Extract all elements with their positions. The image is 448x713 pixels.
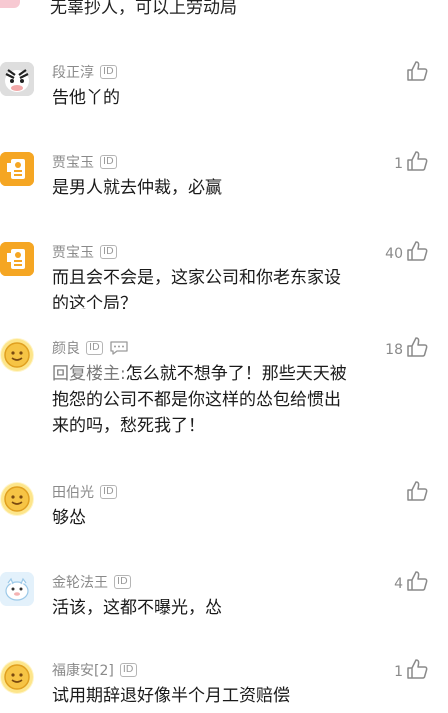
username[interactable]: 贾宝玉 bbox=[52, 152, 94, 172]
comment-text: 回复楼主:怎么就不想争了！那些天天被 抱怨的公司不都是你这样的怂包给惯出 来的吗… bbox=[52, 361, 347, 439]
reply-prefix[interactable]: 回复楼主: bbox=[52, 364, 126, 384]
comment-text: 而且会不会是，这家公司和你老东家设 的这个局？ bbox=[52, 265, 341, 309]
like-button[interactable]: 1 bbox=[394, 150, 428, 172]
comment-meta: 贾宝玉 ID bbox=[52, 242, 117, 262]
coin-avatar-icon bbox=[1, 339, 33, 371]
avatar[interactable] bbox=[0, 62, 34, 96]
username[interactable]: 段正淳 bbox=[52, 62, 94, 82]
thumbs-up-icon bbox=[407, 571, 428, 591]
user-badge-avatar-icon bbox=[0, 152, 34, 186]
like-button[interactable]: 18 bbox=[385, 336, 428, 358]
id-badge: ID bbox=[100, 155, 117, 169]
like-count: 1 bbox=[394, 664, 403, 680]
like-button[interactable]: 40 bbox=[385, 240, 428, 262]
id-badge: ID bbox=[100, 245, 117, 259]
comment-meta: 田伯光 ID bbox=[52, 482, 117, 502]
avatar[interactable] bbox=[0, 660, 34, 694]
thumbs-up-icon bbox=[407, 151, 428, 171]
username[interactable]: 贾宝玉 bbox=[52, 242, 94, 262]
zebra-avatar-icon bbox=[0, 62, 34, 96]
like-button[interactable] bbox=[403, 480, 428, 502]
comment-text: 试用期辞退好像半个月工资赔偿 bbox=[52, 686, 290, 706]
comment-text-line: 的这个局？ bbox=[52, 294, 137, 309]
like-button[interactable] bbox=[403, 60, 428, 82]
thumbs-up-icon bbox=[407, 481, 428, 501]
id-badge: ID bbox=[114, 575, 131, 589]
username[interactable]: 福康安[2] bbox=[52, 660, 114, 680]
thumbs-up-icon bbox=[407, 659, 428, 679]
coin-avatar-icon bbox=[1, 661, 33, 693]
username[interactable]: 金轮法王 bbox=[52, 572, 108, 592]
comment-meta: 金轮法王 ID bbox=[52, 572, 131, 592]
comment-text: 告他丫的 bbox=[52, 88, 120, 108]
like-count: 4 bbox=[394, 576, 403, 592]
id-badge: ID bbox=[100, 485, 117, 499]
comment-text-partial: 无辜抄人，可以上劳动局 bbox=[50, 0, 237, 18]
id-badge: ID bbox=[100, 65, 117, 79]
comment-text: 是男人就去仲裁，必赢 bbox=[52, 178, 222, 198]
comment-meta: 段正淳 ID bbox=[52, 62, 117, 82]
comment-text: 够怂 bbox=[52, 508, 86, 528]
comment-text-line: 而且会不会是，这家公司和你老东家设 bbox=[52, 268, 341, 288]
id-badge: ID bbox=[86, 341, 103, 355]
comment-text-line: 抱怨的公司不都是你这样的怂包给惯出 bbox=[52, 390, 341, 410]
comment-meta: 贾宝玉 ID bbox=[52, 152, 117, 172]
thumbs-up-icon bbox=[407, 61, 428, 81]
avatar[interactable] bbox=[0, 152, 34, 186]
like-button[interactable]: 4 bbox=[394, 570, 428, 592]
like-count: 40 bbox=[385, 246, 403, 262]
username[interactable]: 田伯光 bbox=[52, 482, 94, 502]
avatar[interactable] bbox=[0, 482, 34, 516]
username[interactable]: 颜良 bbox=[52, 338, 80, 358]
avatar[interactable] bbox=[0, 572, 34, 606]
avatar[interactable] bbox=[0, 338, 34, 372]
avatar-partial[interactable] bbox=[0, 0, 20, 8]
thumbs-up-icon bbox=[407, 241, 428, 261]
cartoon-avatar-icon bbox=[0, 572, 34, 606]
avatar[interactable] bbox=[0, 242, 34, 276]
comment-text-line: 来的吗，愁死我了！ bbox=[52, 416, 205, 436]
like-count: 18 bbox=[385, 342, 403, 358]
comment-text: 活该，这都不曝光，怂 bbox=[52, 598, 222, 618]
user-badge-avatar-icon bbox=[0, 242, 34, 276]
thumbs-up-icon bbox=[407, 337, 428, 357]
coin-avatar-icon bbox=[1, 483, 33, 515]
id-badge: ID bbox=[119, 663, 137, 677]
like-button[interactable]: 1 bbox=[394, 658, 428, 680]
chat-bubble-icon[interactable] bbox=[109, 340, 129, 356]
like-count: 1 bbox=[394, 156, 403, 172]
comment-meta: 福康安[2] ID bbox=[52, 660, 137, 680]
comment-meta: 颜良 ID bbox=[52, 338, 129, 358]
comment-text-line: 怎么就不想争了！那些天天被 bbox=[125, 364, 347, 384]
